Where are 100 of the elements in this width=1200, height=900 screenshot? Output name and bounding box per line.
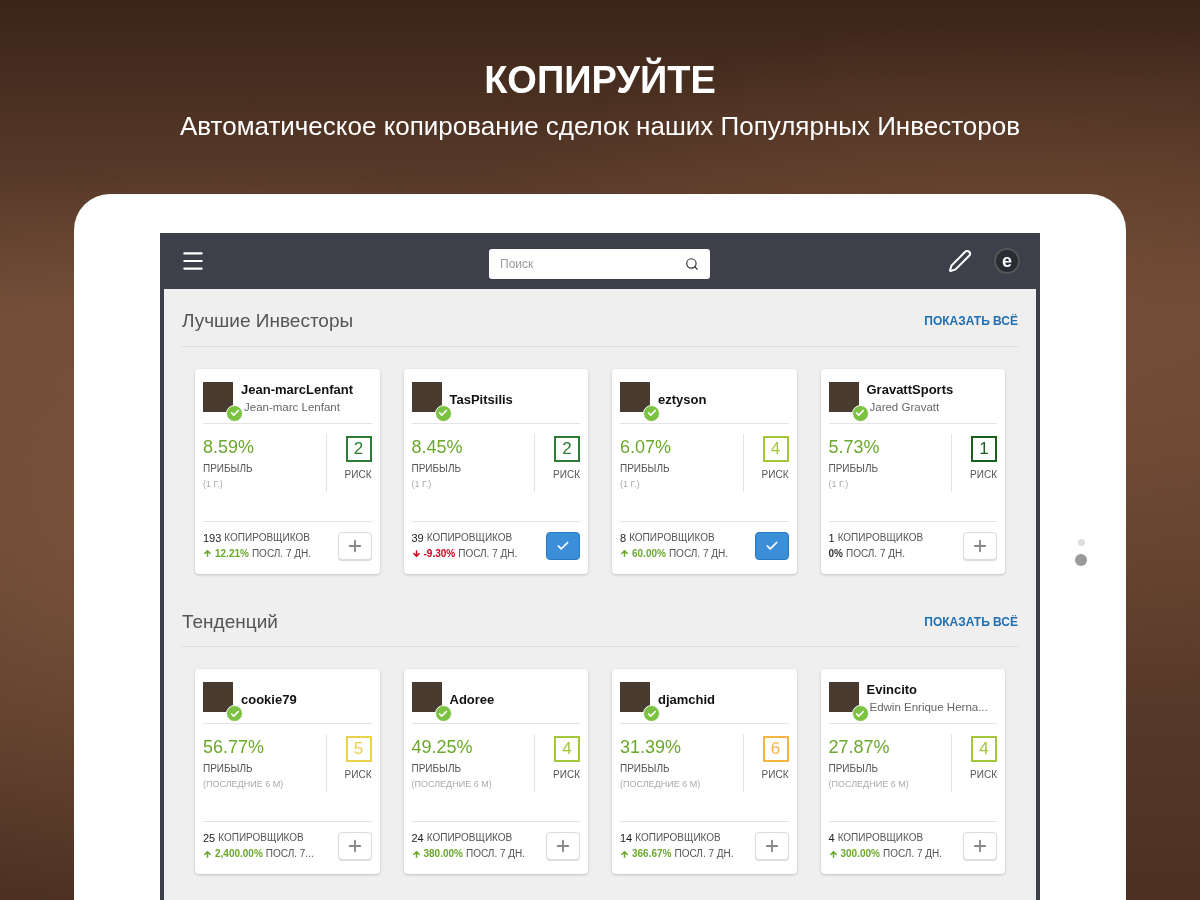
full-name: Jared Gravatt [868, 399, 941, 415]
profit-label: ПРИБЫЛЬ [828, 762, 880, 776]
profit-period: (ПОСЛЕДНИЕ 6 М) [203, 778, 285, 791]
investor-card[interactable]: cookie79 56.77% ПРИБЫЛЬ (ПОСЛЕДНИЕ 6 М) 5 РИСК 25 КОПИРОВЩИКОВ 2,400.00% ПОСЛ. 7... [195, 669, 380, 874]
copiers-label: КОПИРОВЩИКОВ [629, 530, 715, 545]
copiers-count: 39 [411, 530, 424, 546]
weekly-change-label: ПОСЛ. 7 ДН. [458, 546, 518, 561]
avatar-photo [203, 381, 233, 412]
weekly-change-label: ПОСЛ. 7 ДН. [668, 546, 728, 561]
copiers-label: КОПИРОВЩИКОВ [218, 831, 304, 845]
weekly-change: 60.00% [632, 546, 666, 561]
weekly-change: 300.00% [840, 847, 880, 861]
profit-value: 6.07% [620, 435, 673, 459]
username[interactable]: eztyson [658, 390, 707, 408]
investor-card[interactable]: GravattSports Jared Gravatt 5.73% ПРИБЫЛЬ (1 Г.) 1 РИСК 1 КОПИРОВЩИКОВ 0% ПОСЛ. 7 ДН. [820, 368, 1005, 574]
profit-period: (ПОСЛЕДНИЕ 6 М) [828, 778, 910, 791]
up-arrow-icon [203, 549, 212, 558]
logo[interactable]: e [994, 248, 1020, 274]
weekly-change-label: ПОСЛ. 7 ДН. [883, 847, 943, 861]
up-arrow-icon [203, 849, 212, 859]
risk-score: 6 [762, 736, 789, 762]
risk-score: 4 [554, 736, 580, 762]
weekly-change: -9.30% [423, 546, 456, 561]
copiers-count: 14 [620, 831, 633, 846]
profit-period: (ПОСЛЕДНИЕ 6 М) [620, 778, 702, 791]
profit-label: ПРИБЫЛЬ [828, 461, 880, 476]
avatar-photo [411, 381, 442, 412]
profit-value: 8.45% [411, 435, 464, 459]
verified-icon [643, 404, 660, 422]
username[interactable]: GravattSports [866, 380, 954, 398]
avatar-photo [828, 381, 859, 412]
section-title: Лучшие Инвесторы [182, 309, 354, 333]
risk-label: РИСК [761, 467, 789, 482]
copy-button[interactable] [754, 531, 789, 560]
risk-score: 1 [971, 435, 997, 462]
profit-value: 31.39% [620, 736, 683, 759]
risk-score: 5 [345, 736, 372, 762]
copiers-count: 25 [203, 831, 216, 846]
investor-card[interactable]: eztyson 6.07% ПРИБЫЛЬ (1 Г.) 4 РИСК 8 КОПИРОВЩИКОВ 60.00% ПОСЛ. 7 ДН. [612, 368, 797, 574]
risk-score: 2 [554, 435, 580, 462]
up-arrow-icon [620, 549, 629, 558]
search-field[interactable]: Поиск [489, 249, 710, 279]
copiers-count: 193 [203, 530, 222, 546]
profit-value: 56.77% [203, 736, 266, 759]
risk-label: РИСК [970, 467, 997, 482]
verified-icon [643, 705, 660, 722]
profit-value: 8.59% [203, 435, 256, 459]
profit-label: ПРИБЫЛЬ [203, 461, 254, 476]
username[interactable]: TasPitsilis [449, 390, 513, 408]
profit-period: (1 Г.) [828, 477, 850, 491]
risk-score: 4 [762, 435, 789, 462]
profit-label: ПРИБЫЛЬ [411, 762, 463, 776]
weekly-change: 12.21% [215, 546, 249, 561]
show-all-link[interactable]: ПОКАЗАТЬ ВСЁ [924, 312, 1018, 331]
plus-icon [554, 837, 572, 855]
copiers-label: КОПИРОВЩИКОВ [224, 530, 310, 545]
risk-label: РИСК [970, 768, 997, 782]
profit-value: 49.25% [411, 736, 474, 759]
risk-label: РИСК [344, 768, 372, 782]
headline: КОПИРУЙТЕ [484, 56, 716, 103]
profit-label: ПРИБЫЛЬ [203, 762, 254, 776]
risk-score: 4 [971, 736, 997, 762]
avatar-photo [828, 682, 859, 712]
username[interactable]: Jean-marcLenfant [241, 380, 353, 398]
full-name: Edwin Enrique Herna... [868, 700, 988, 715]
username[interactable]: Evincito [866, 681, 988, 698]
weekly-change-label: ПОСЛ. 7... [265, 847, 314, 861]
search-icon[interactable] [685, 257, 699, 271]
copy-button[interactable] [546, 531, 580, 560]
profit-value: 5.73% [828, 435, 881, 459]
subtitle: Автоматическое копирование сделок наших Популярных Инвесторов [179, 110, 1021, 143]
investor-card[interactable]: Jean-marcLenfant Jean-marc Lenfant 8.59% ПРИБЫЛЬ (1 Г.) 2 РИСК 193 КОПИРОВЩИКОВ 12.21% ПОСЛ. 7 ДН. [195, 368, 380, 574]
risk-score: 2 [345, 435, 372, 462]
profit-label: ПРИБЫЛЬ [620, 762, 671, 776]
risk-label: РИСК [761, 768, 789, 782]
username[interactable]: djamchid [658, 691, 716, 708]
up-arrow-icon [828, 849, 838, 859]
up-arrow-icon [411, 849, 421, 859]
username[interactable]: cookie79 [241, 691, 297, 708]
copiers-count: 24 [411, 831, 424, 846]
copiers-label: КОПИРОВЩИКОВ [426, 831, 513, 845]
investor-card[interactable]: Evincito Edwin Enrique Herna... 27.87% ПРИБЫЛЬ (ПОСЛЕДНИЕ 6 М) 4 РИСК 4 КОПИРОВЩИКОВ 300.00% ПОСЛ. 7 ДН. [820, 669, 1005, 874]
weekly-change: 2,400.00% [215, 847, 263, 861]
investor-card[interactable]: djamchid 31.39% ПРИБЫЛЬ (ПОСЛЕДНИЕ 6 М) 6 РИСК 14 КОПИРОВЩИКОВ 366.67% ПОСЛ. 7 ДН. [612, 669, 797, 874]
full-name: Jean-marc Lenfant [243, 399, 341, 415]
investor-card[interactable]: Adoree 49.25% ПРИБЫЛЬ (ПОСЛЕДНИЕ 6 М) 4 РИСК 24 КОПИРОВЩИКОВ 380.00% ПОСЛ. 7 ДН. [403, 669, 588, 874]
weekly-change: 366.67% [632, 847, 672, 861]
weekly-change-label: ПОСЛ. 7 ДН. [251, 546, 311, 561]
pen-icon[interactable] [948, 249, 972, 273]
profit-period: (ПОСЛЕДНИЕ 6 М) [411, 778, 493, 791]
profit-period: (1 Г.) [411, 477, 433, 491]
risk-label: РИСК [344, 467, 372, 482]
username[interactable]: Adoree [449, 691, 495, 708]
investor-card[interactable]: TasPitsilis 8.45% ПРИБЫЛЬ (1 Г.) 2 РИСК 39 КОПИРОВЩИКОВ -9.30% ПОСЛ. 7 ДН. [403, 368, 588, 574]
verified-icon [226, 705, 243, 722]
copiers-count: 8 [620, 530, 627, 546]
verified-icon [434, 705, 452, 722]
show-all-link[interactable]: ПОКАЗАТЬ ВСЁ [924, 612, 1018, 631]
copiers-label: КОПИРОВЩИКОВ [426, 530, 513, 545]
verified-icon [226, 404, 243, 422]
